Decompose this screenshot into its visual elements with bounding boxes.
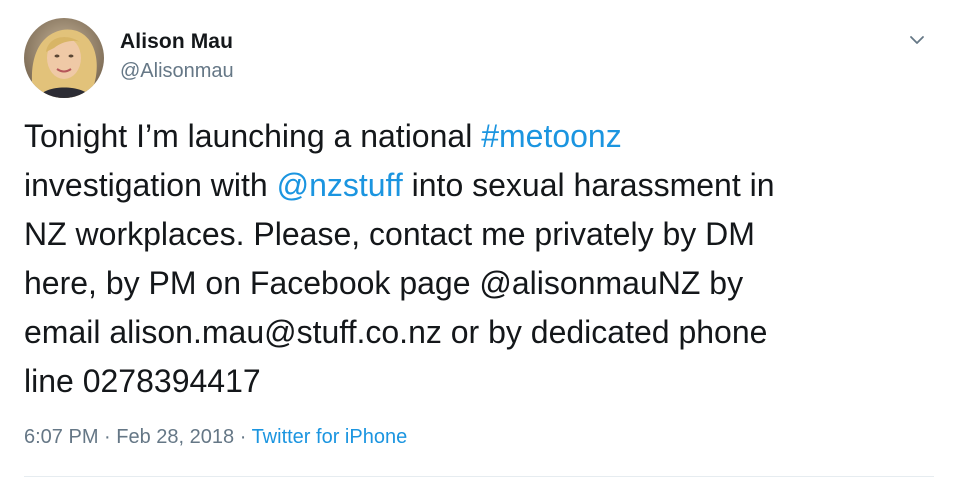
meta-separator: ·: [98, 426, 117, 448]
author-handle[interactable]: @Alisonmau: [120, 60, 234, 83]
profile-photo-icon: [24, 18, 104, 98]
tweet-text-line: Tonight I’m launching a national #metoon…: [24, 112, 924, 161]
mention-link[interactable]: @nzstuff: [277, 167, 403, 203]
tweet-card: Alison Mau @Alisonmau Tonight I’m launch…: [0, 0, 956, 480]
tweet-text-line: here, by PM on Facebook page @alisonmauN…: [24, 259, 924, 308]
tweet-text-segment: investigation with: [24, 167, 277, 203]
tweet-text-line: NZ workplaces. Please, contact me privat…: [24, 210, 924, 259]
tweet-text-segment: email alison.mau@stuff.co.nz or by dedic…: [24, 314, 768, 350]
divider: [24, 476, 934, 477]
tweet-text-segment: Tonight I’m launching a national: [24, 118, 482, 154]
tweet-menu-button[interactable]: [905, 30, 929, 50]
tweet-text-line: investigation with @nzstuff into sexual …: [24, 161, 924, 210]
tweet-text-segment: NZ workplaces. Please, contact me privat…: [24, 216, 755, 252]
tweet-meta: 6:07 PM · Feb 28, 2018 · Twitter for iPh…: [24, 426, 407, 449]
chevron-down-icon: [910, 36, 924, 44]
tweet-text: Tonight I’m launching a national #metoon…: [24, 112, 924, 406]
tweet-text-segment: here, by PM on Facebook page @alisonmauN…: [24, 265, 744, 301]
hashtag-link[interactable]: #metoonz: [481, 118, 622, 154]
author-display-name[interactable]: Alison Mau: [120, 30, 233, 54]
tweet-text-line: email alison.mau@stuff.co.nz or by dedic…: [24, 308, 924, 357]
tweet-text-line: line 0278394417: [24, 357, 924, 406]
avatar[interactable]: [24, 18, 104, 98]
tweet-source-link[interactable]: Twitter for iPhone: [252, 426, 408, 448]
tweet-time[interactable]: 6:07 PM: [24, 426, 98, 448]
meta-separator: ·: [234, 426, 252, 448]
tweet-date[interactable]: Feb 28, 2018: [116, 426, 234, 448]
tweet-text-segment: line 0278394417: [24, 363, 261, 399]
tweet-text-segment: into sexual harassment in: [402, 167, 775, 203]
